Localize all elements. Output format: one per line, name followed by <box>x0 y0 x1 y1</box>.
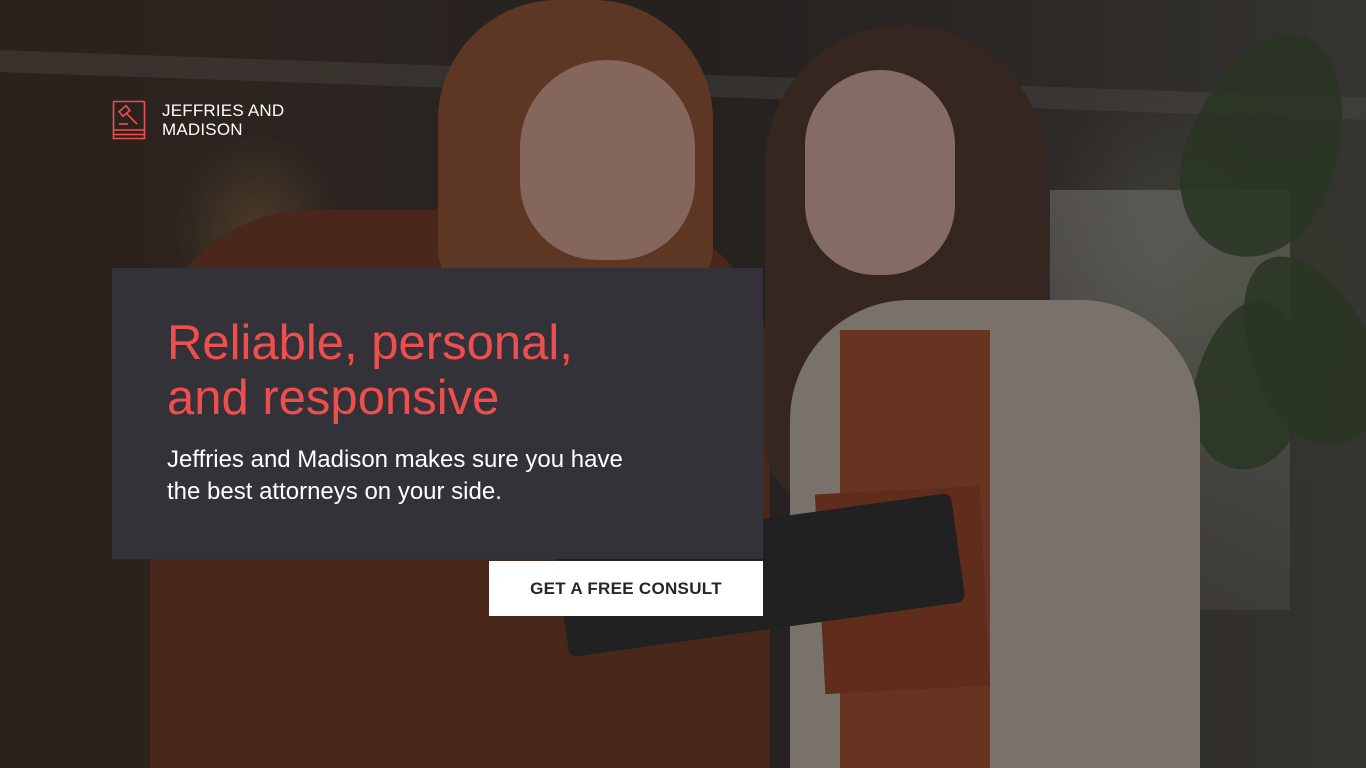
gavel-book-icon <box>112 100 146 140</box>
hero-subtext: Jeffries and Madison makes sure you have… <box>167 446 623 505</box>
brand-logo[interactable]: JEFFRIES AND MADISON <box>112 100 312 140</box>
free-consult-button[interactable]: GET A FREE CONSULT <box>489 561 763 616</box>
hero-section: JEFFRIES AND MADISON Reliable, personal,… <box>0 0 1366 768</box>
hero-text-panel: Reliable, personal, and responsive Jeffr… <box>112 268 763 559</box>
brand-name: JEFFRIES AND MADISON <box>162 101 285 139</box>
hero-headline: Reliable, personal, and responsive <box>167 316 573 425</box>
